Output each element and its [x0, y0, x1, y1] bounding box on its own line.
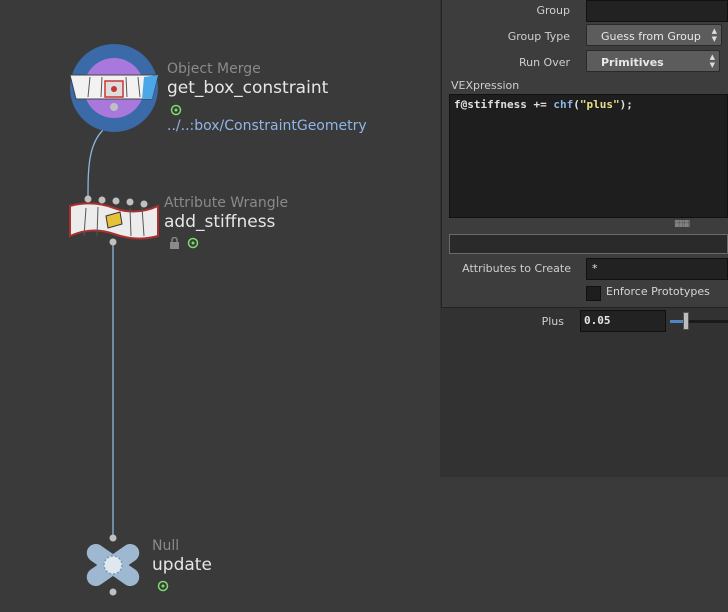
code-string: "plus"	[579, 98, 620, 111]
code-end: );	[619, 98, 633, 111]
group-field[interactable]	[586, 0, 728, 22]
object-merge-name[interactable]: get_box_constraint	[167, 78, 328, 98]
updown-arrows-icon: ▲ ▼	[709, 53, 715, 69]
vex-status-field	[449, 234, 728, 254]
object-merge-path-label[interactable]: ../..:box/ConstraintGeometry	[167, 118, 367, 134]
enforce-prototypes-label: Enforce Prototypes	[606, 285, 710, 298]
plus-value: 0.05	[584, 314, 611, 327]
code-paren: (	[573, 98, 580, 111]
group-label: Group	[536, 4, 571, 17]
object-merge-type-label: Object Merge	[167, 61, 261, 77]
attribute-wrangle-name[interactable]: add_stiffness	[164, 212, 275, 232]
resize-handle-icon[interactable]: ▦▦	[674, 219, 690, 229]
vexpression-editor[interactable]: f@stiffness += chf("plus");	[449, 94, 728, 218]
plus-value-field[interactable]: 0.05	[580, 310, 666, 332]
updown-arrows-icon: ▲ ▼	[711, 27, 717, 43]
null-name[interactable]: update	[152, 555, 212, 575]
lock-icon[interactable]	[169, 234, 180, 253]
attribute-wrangle-node-icon	[69, 195, 159, 246]
node-object-merge[interactable]	[68, 43, 160, 133]
code-function: chf	[553, 98, 574, 111]
plus-slider-fill	[670, 320, 684, 323]
group-type-dropdown[interactable]: Guess from Group ▲ ▼	[586, 24, 722, 46]
group-type-value: Guess from Group	[601, 30, 701, 43]
wire-merge-to-wrangle	[87, 121, 115, 199]
attributes-to-create-label: Attributes to Create	[462, 262, 571, 275]
null-node-icon	[86, 534, 140, 596]
enforce-prototypes-checkbox[interactable]	[586, 286, 601, 301]
node-attribute-wrangle[interactable]	[68, 194, 160, 246]
attribute-wrangle-display-flag-icon[interactable]	[187, 234, 199, 253]
object-merge-node-icon	[69, 44, 159, 132]
code-text: f@stiffness +=	[454, 98, 554, 111]
attribute-wrangle-type-label: Attribute Wrangle	[164, 195, 289, 211]
vexpression-label: VEXpression	[451, 79, 520, 92]
run-over-dropdown[interactable]: Primitives ▲ ▼	[586, 50, 720, 72]
attributes-to-create-field[interactable]: *	[586, 258, 728, 280]
attributes-to-create-value: *	[592, 262, 598, 275]
null-type-label: Null	[152, 538, 180, 554]
run-over-label: Run Over	[518, 56, 570, 69]
null-display-flag-icon[interactable]	[157, 577, 169, 596]
group-type-label: Group Type	[507, 30, 570, 43]
group-value	[587, 6, 591, 19]
plus-label: Plus	[541, 315, 564, 328]
node-null[interactable]	[82, 534, 146, 596]
run-over-value: Primitives	[601, 56, 664, 69]
plus-slider-handle[interactable]	[683, 312, 689, 330]
